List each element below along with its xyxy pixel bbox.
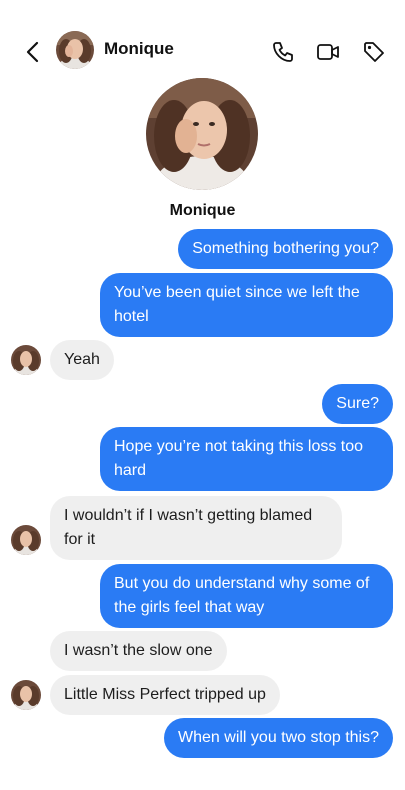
avatar-image	[11, 680, 41, 710]
phone-icon	[273, 42, 293, 62]
contact-avatar[interactable]	[56, 31, 94, 69]
message-outgoing[interactable]: But you do understand why some of the gi…	[100, 564, 393, 628]
contact-avatar-small[interactable]	[11, 345, 41, 375]
contact-avatar-small[interactable]	[11, 680, 41, 710]
message-outgoing[interactable]: Hope you’re not taking this loss too har…	[100, 427, 393, 491]
video-call-button[interactable]	[316, 40, 340, 64]
message-outgoing[interactable]: Sure?	[322, 384, 393, 424]
call-button[interactable]	[271, 40, 295, 64]
chat-header: Monique	[0, 28, 405, 74]
contact-avatar-small[interactable]	[11, 525, 41, 555]
message-outgoing[interactable]: You’ve been quiet since we left the hote…	[100, 273, 393, 337]
message-incoming[interactable]: I wouldn’t if I wasn’t getting blamed fo…	[50, 496, 342, 560]
message-incoming[interactable]: I wasn’t the slow one	[50, 631, 227, 671]
tag-button[interactable]	[362, 40, 386, 64]
message-incoming[interactable]: Yeah	[50, 340, 114, 380]
video-camera-icon	[317, 44, 339, 60]
message-outgoing[interactable]: When will you two stop this?	[164, 718, 393, 758]
chevron-left-icon	[26, 41, 39, 63]
contact-name[interactable]: Monique	[104, 39, 174, 59]
avatar-image	[11, 525, 41, 555]
message-incoming[interactable]: Little Miss Perfect tripped up	[50, 675, 280, 715]
back-button[interactable]	[22, 40, 44, 64]
avatar-image	[11, 345, 41, 375]
tag-icon	[364, 42, 384, 62]
message-outgoing[interactable]: Something bothering you?	[178, 229, 393, 269]
profile-name: Monique	[169, 202, 236, 219]
avatar-image	[56, 31, 94, 69]
chat-screen: Monique Monique Something bothering you?…	[0, 0, 405, 790]
profile-photo[interactable]	[146, 78, 258, 190]
profile-image	[146, 78, 258, 190]
